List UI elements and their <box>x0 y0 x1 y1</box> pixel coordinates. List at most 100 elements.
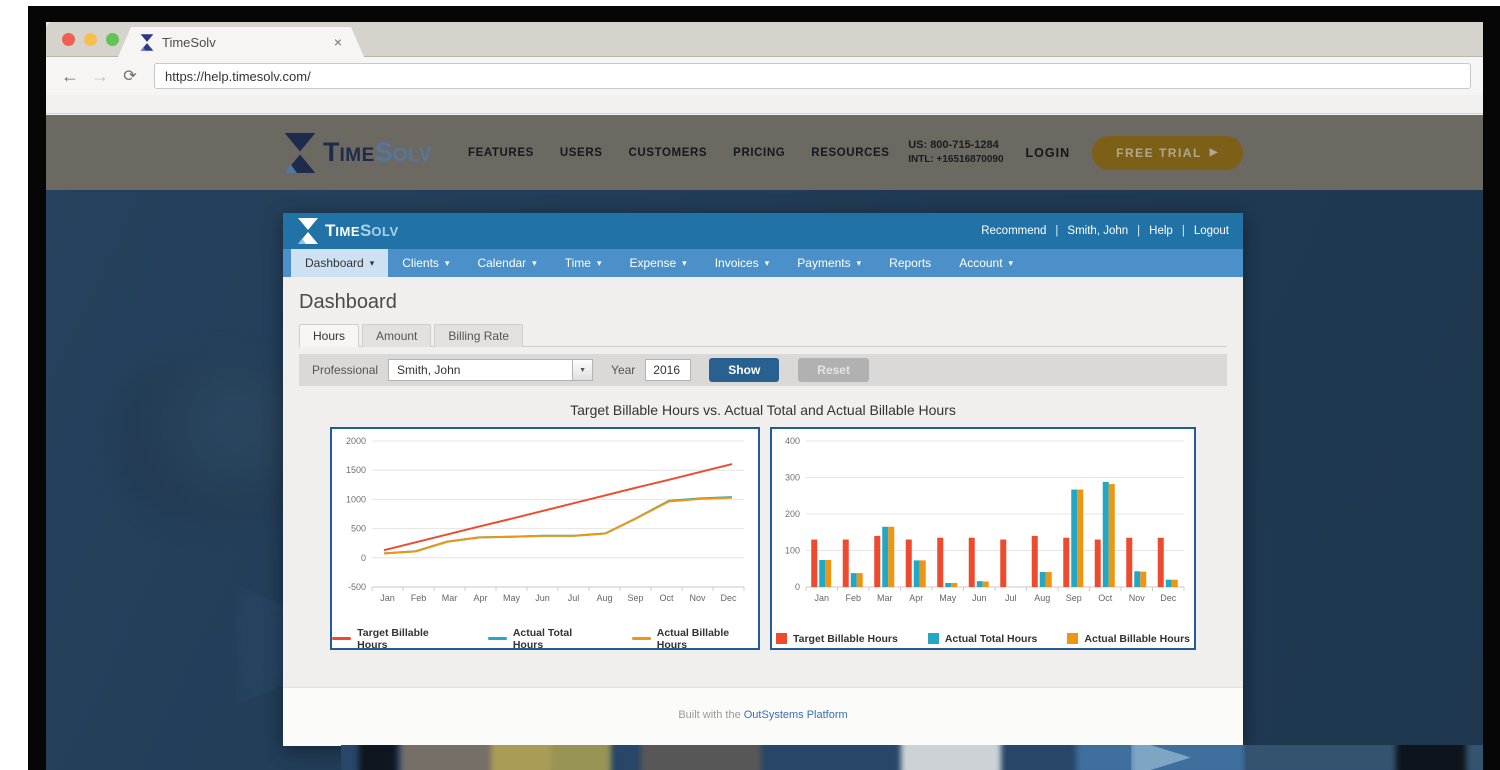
bar-chart: 0100200300400JanFebMarAprMayJunJulAugSep… <box>772 429 1194 619</box>
nav-label: Expense <box>629 256 676 270</box>
reload-icon[interactable]: ⟳ <box>118 66 142 86</box>
marketing-nav-features[interactable]: FEATURES <box>468 147 534 159</box>
svg-text:300: 300 <box>785 473 800 483</box>
chevron-down-icon: ▾ <box>1009 258 1014 269</box>
browser-toolbar: ← → ⟳ <box>46 57 1483 95</box>
login-link[interactable]: LOGIN <box>1026 146 1071 160</box>
bottom-photo-strip <box>341 745 1483 770</box>
svg-text:Sep: Sep <box>627 593 643 603</box>
app-nav-payments[interactable]: Payments▾ <box>783 249 875 277</box>
free-trial-button[interactable]: FREE TRIAL ▶ <box>1092 136 1243 170</box>
tab-billing-rate[interactable]: Billing Rate <box>434 324 523 347</box>
nav-label: Clients <box>402 256 439 270</box>
user-link-recommend[interactable]: Recommend <box>981 225 1046 237</box>
legend-swatch <box>928 633 939 644</box>
screenshot-stage: TimeSolv × ← → ⟳ <box>0 0 1500 770</box>
tab-panel: Professional Smith, John ▼ Year Show Res… <box>299 346 1227 650</box>
url-bar[interactable] <box>154 63 1471 89</box>
app-nav-expense[interactable]: Expense▾ <box>615 249 700 277</box>
tab-title: TimeSolv <box>162 35 334 50</box>
charts-row: -5000500100015002000JanFebMarAprMayJunJu… <box>299 427 1227 650</box>
nav-label: Reports <box>889 256 931 270</box>
user-link-smith-john[interactable]: Smith, John <box>1067 225 1128 237</box>
app-nav-invoices[interactable]: Invoices▾ <box>701 249 784 277</box>
svg-text:Aug: Aug <box>596 593 612 603</box>
professional-select[interactable]: Smith, John ▼ <box>388 359 593 381</box>
year-label: Year <box>611 363 635 377</box>
legend-item-actual-total-hours[interactable]: Actual Total Hours <box>928 633 1038 645</box>
tab-close-icon[interactable]: × <box>334 34 342 50</box>
legend-item-actual-billable-hours[interactable]: Actual Billable Hours <box>1067 633 1190 645</box>
tab-amount[interactable]: Amount <box>362 324 431 347</box>
svg-text:1000: 1000 <box>346 494 366 504</box>
legend-swatch <box>1067 633 1078 644</box>
reset-button[interactable]: Reset <box>798 358 869 382</box>
marketing-nav-resources[interactable]: RESOURCES <box>811 147 889 159</box>
bookmark-bar <box>46 95 1483 114</box>
timesolv-favicon <box>140 34 154 51</box>
legend-item-target-billable-hours[interactable]: Target Billable Hours <box>776 633 898 645</box>
svg-text:Jan: Jan <box>814 593 829 603</box>
svg-text:May: May <box>939 593 957 603</box>
app-timesolv-logo[interactable]: TimeSolv <box>297 218 399 244</box>
svg-text:Jun: Jun <box>535 593 550 603</box>
svg-text:400: 400 <box>785 436 800 446</box>
app-nav-reports[interactable]: Reports <box>875 249 945 277</box>
app-nav-dashboard[interactable]: Dashboard▾ <box>291 249 388 277</box>
close-window-button[interactable] <box>62 33 75 46</box>
app-user-links: Recommend|Smith, John|Help|Logout <box>981 225 1229 237</box>
marketing-nav-users[interactable]: USERS <box>560 147 603 159</box>
svg-text:Oct: Oct <box>1098 593 1113 603</box>
svg-text:May: May <box>503 593 521 603</box>
show-button[interactable]: Show <box>709 358 779 382</box>
chevron-down-icon: ▾ <box>445 258 450 269</box>
legend-item-actual-total-hours[interactable]: Actual Total Hours <box>488 627 602 651</box>
footer-text: Built with the <box>678 709 743 721</box>
phone-numbers: US: 800-715-1284 INTL: +16516870090 <box>908 138 1003 167</box>
timesolv-logo[interactable]: TimeSolv <box>283 133 432 173</box>
svg-text:500: 500 <box>351 524 366 534</box>
marketing-header-container: TimeSolv FEATURES USERS CUSTOMERS PRICING RE… <box>283 115 1243 190</box>
nav-label: Invoices <box>715 256 759 270</box>
svg-text:Dec: Dec <box>1160 593 1177 603</box>
legend-swatch <box>332 637 351 640</box>
user-link-logout[interactable]: Logout <box>1194 225 1229 237</box>
separator: | <box>1182 225 1185 237</box>
legend-item-target-billable-hours[interactable]: Target Billable Hours <box>332 627 458 651</box>
user-link-help[interactable]: Help <box>1149 225 1173 237</box>
line-chart-box: -5000500100015002000JanFebMarAprMayJunJu… <box>330 427 760 650</box>
line-chart-legend: Target Billable Hours Actual Total Hours A… <box>332 624 758 653</box>
outsystems-link[interactable]: OutSystems Platform <box>744 709 848 721</box>
chevron-down-icon[interactable]: ▼ <box>572 360 592 380</box>
marketing-header-right: US: 800-715-1284 INTL: +16516870090 LOGI… <box>908 136 1243 170</box>
svg-text:Nov: Nov <box>689 593 706 603</box>
tab-hours[interactable]: Hours <box>299 324 359 347</box>
app-nav-account[interactable]: Account ▾ <box>945 249 1027 277</box>
chart-title: Target Billable Hours vs. Actual Total a… <box>299 402 1227 418</box>
bar-chart-legend: Target Billable Hours Actual Total Hours A… <box>772 624 1194 653</box>
chevron-down-icon: ▾ <box>532 258 537 269</box>
zoom-window-button[interactable] <box>106 33 119 46</box>
app-window: TimeSolv Recommend|Smith, John|Help|Logo… <box>283 213 1243 746</box>
svg-text:200: 200 <box>785 509 800 519</box>
browser-tab[interactable]: TimeSolv × <box>118 27 364 57</box>
bar-chart-box: 0100200300400JanFebMarAprMayJunJulAugSep… <box>770 427 1196 650</box>
app-nav-calendar[interactable]: Calendar▾ <box>463 249 550 277</box>
browser-window: TimeSolv × ← → ⟳ <box>46 22 1483 770</box>
year-input[interactable] <box>645 359 691 381</box>
svg-text:100: 100 <box>785 546 800 556</box>
legend-swatch <box>776 633 787 644</box>
svg-text:Aug: Aug <box>1034 593 1050 603</box>
app-nav-time[interactable]: Time▾ <box>551 249 616 277</box>
minimize-window-button[interactable] <box>84 33 97 46</box>
marketing-nav-pricing[interactable]: PRICING <box>733 147 785 159</box>
phone-us: US: 800-715-1284 <box>908 138 1003 153</box>
nav-label: Time <box>565 256 591 270</box>
svg-text:Feb: Feb <box>845 593 861 603</box>
svg-text:Jul: Jul <box>1005 593 1017 603</box>
marketing-nav-customers[interactable]: CUSTOMERS <box>629 147 708 159</box>
nav-label: Account <box>959 256 1002 270</box>
app-nav-clients[interactable]: Clients ▾ <box>388 249 463 277</box>
back-icon[interactable]: ← <box>58 66 82 87</box>
legend-item-actual-billable-hours[interactable]: Actual Billable Hours <box>632 627 758 651</box>
